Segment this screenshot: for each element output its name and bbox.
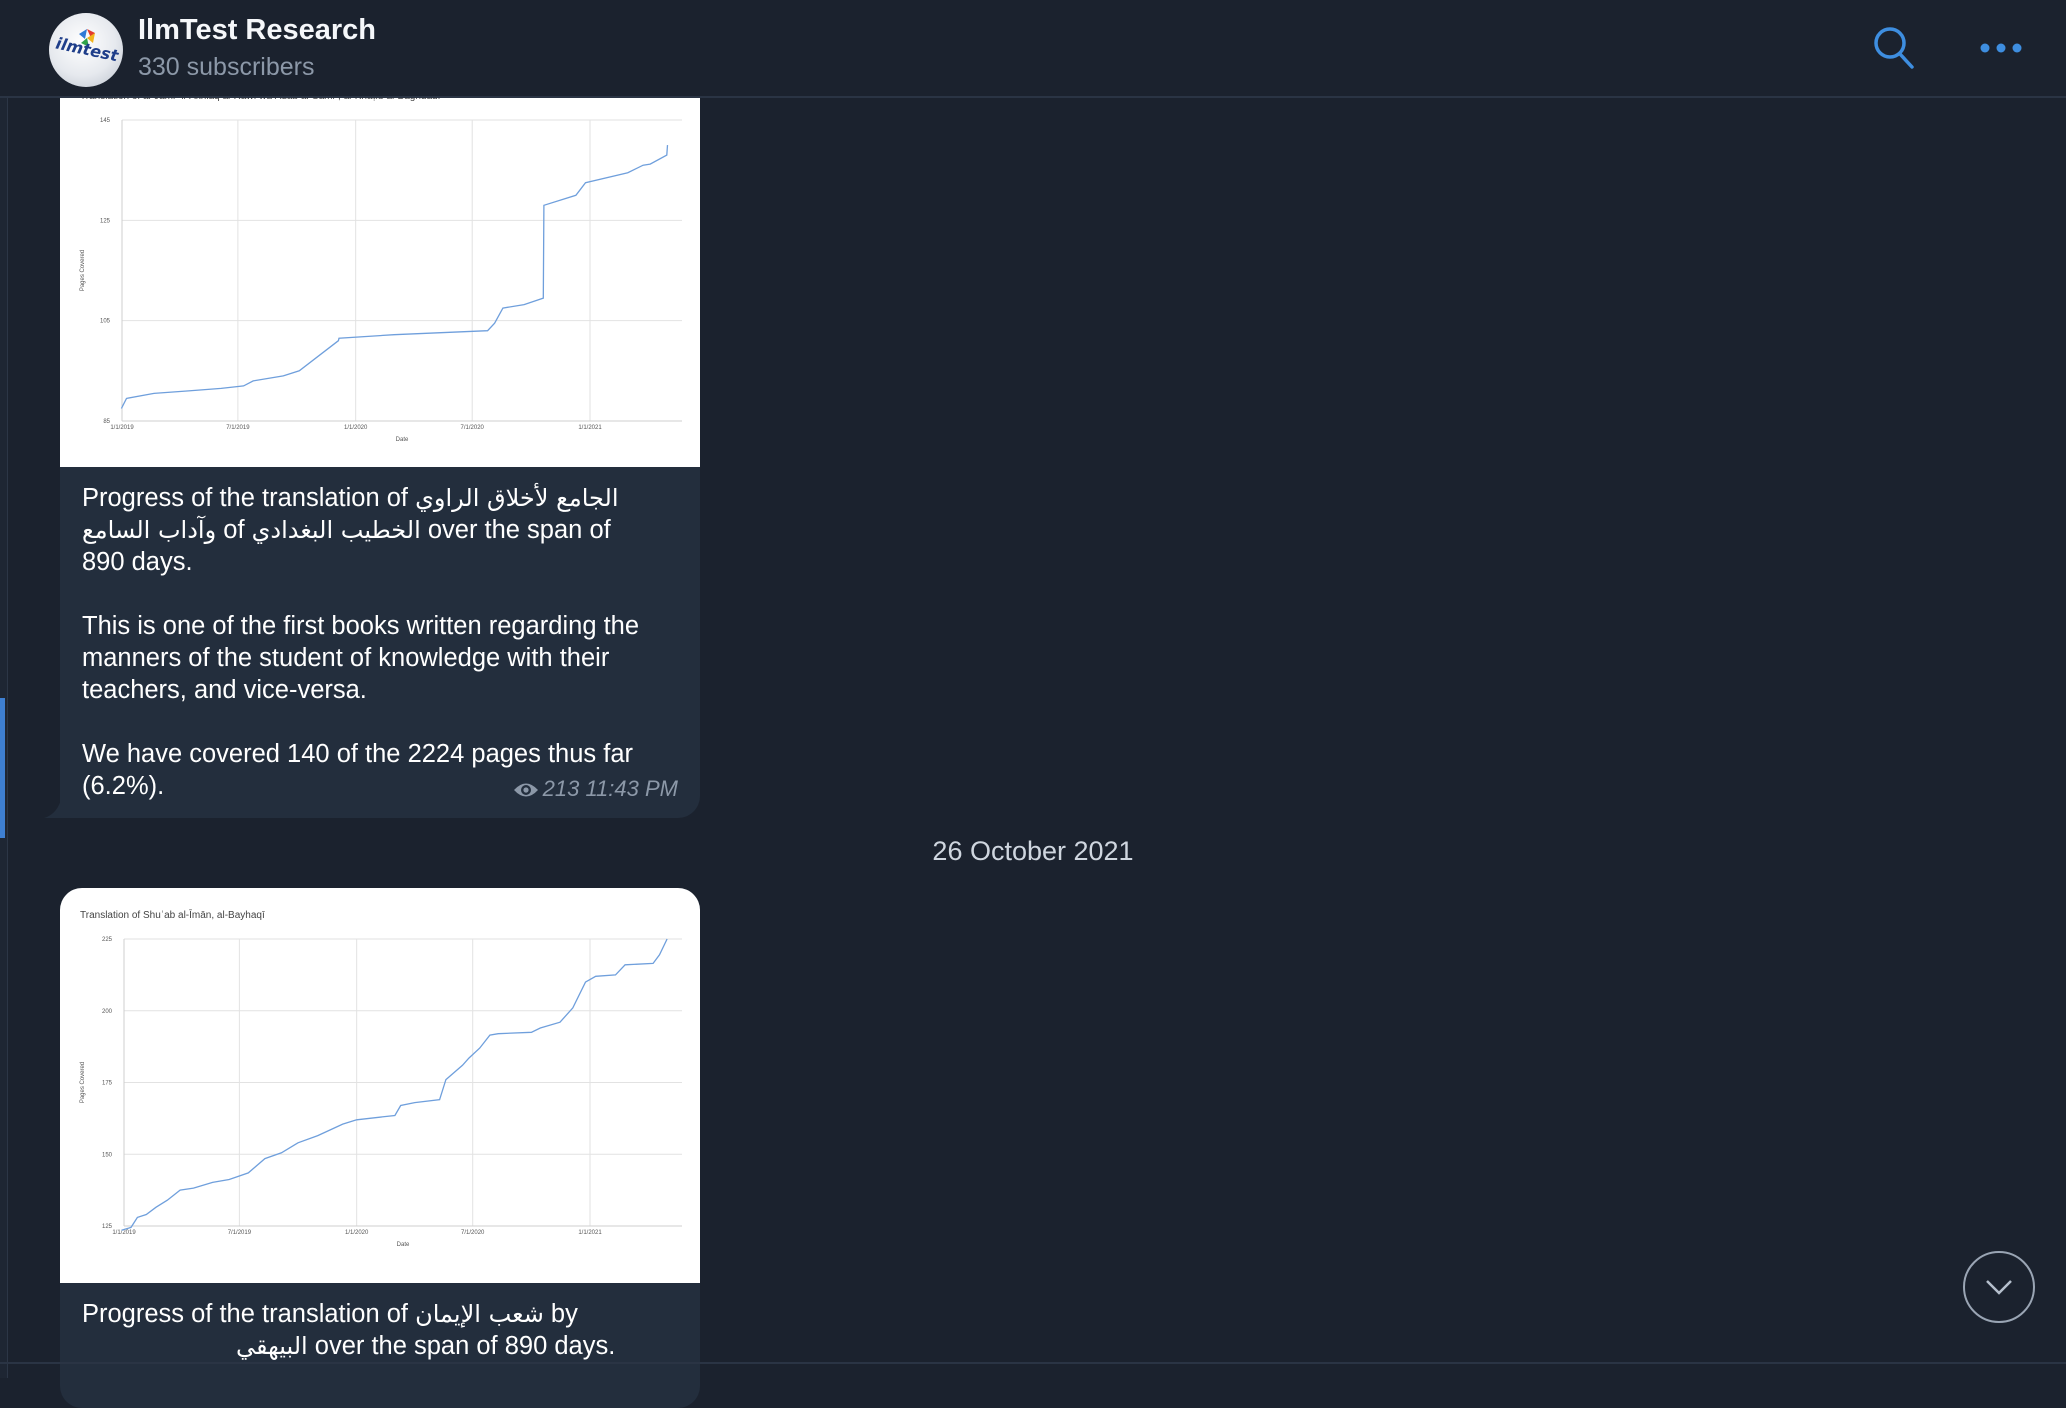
y-tick-label: 125 bbox=[102, 1224, 113, 1230]
y-tick-label: 200 bbox=[102, 1009, 113, 1015]
scroll-down-button[interactable] bbox=[1963, 1251, 2035, 1323]
caption-arabic: البيهقي bbox=[236, 1332, 308, 1360]
y-axis-label: Pages Covered bbox=[80, 250, 86, 291]
more-dots-icon bbox=[1980, 43, 2022, 53]
eye-icon bbox=[513, 783, 538, 797]
more-options-button[interactable] bbox=[1978, 30, 2024, 66]
message-time: 11:43 PM bbox=[585, 776, 678, 801]
y-tick-label: 145 bbox=[100, 118, 111, 124]
caption-paragraph: This is one of the first books written r… bbox=[82, 612, 640, 704]
caption-arabic: الخطيب البغدادي bbox=[251, 516, 421, 544]
avatar[interactable]: ilmtest bbox=[49, 13, 123, 87]
x-tick-label: 7/1/2019 bbox=[228, 1230, 252, 1236]
caption-text: 890 days. bbox=[82, 548, 193, 576]
selected-chat-indicator bbox=[0, 698, 5, 838]
subscriber-count: 330 subscribers bbox=[138, 53, 315, 81]
view-count: 213 bbox=[542, 776, 580, 801]
channel-title[interactable]: IlmTest Research bbox=[138, 14, 376, 47]
y-tick-label: 105 bbox=[100, 319, 111, 325]
caption-text: Progress of the translation of bbox=[82, 1300, 416, 1328]
caption-arabic: شعب الإيمان bbox=[415, 1300, 544, 1328]
caption-text: over the span of 890 days. bbox=[307, 1332, 616, 1360]
composer-divider bbox=[0, 1362, 2066, 1364]
x-tick-label: 1/1/2021 bbox=[578, 425, 602, 431]
caption-text: over the span of bbox=[420, 516, 611, 544]
x-axis-label: Date bbox=[396, 437, 409, 443]
search-button[interactable] bbox=[1872, 24, 1916, 72]
x-tick-label: 1/1/2019 bbox=[112, 1230, 136, 1236]
x-tick-label: 7/1/2020 bbox=[461, 1230, 485, 1236]
series-line bbox=[121, 938, 668, 1231]
message-meta: 213 11:43 PM bbox=[513, 776, 678, 802]
x-tick-label: 1/1/2020 bbox=[344, 425, 368, 431]
caption-arabic: وآداب السامع bbox=[82, 516, 217, 544]
search-icon bbox=[1874, 27, 1914, 69]
x-tick-label: 1/1/2019 bbox=[110, 425, 134, 431]
x-axis-label: Date bbox=[397, 1242, 410, 1248]
message-caption: Progress of the translation of الجامع لأ… bbox=[82, 482, 682, 802]
x-tick-label: 1/1/2020 bbox=[345, 1230, 369, 1236]
caption-arabic: الجامع لأخلاق الراوي bbox=[415, 484, 619, 512]
y-tick-label: 225 bbox=[102, 937, 113, 943]
message-bubble[interactable]: 125 150 175 200 225 1/1/2019 7/1/2019 1/1/2020 7… bbox=[60, 888, 700, 1408]
chart-svg: 851051251451/1/2019 7/1/2019 1/1/2020 7/1/2… bbox=[80, 90, 682, 443]
caption-text: Progress of the translation of bbox=[82, 484, 416, 512]
chart-svg: 125 150 175 200 225 1/1/2019 7/1/2019 1/1/2020 7… bbox=[80, 909, 682, 1248]
date-separator: 26 October 2021 bbox=[932, 836, 1134, 866]
chart-image[interactable]: 125 150 175 200 225 1/1/2019 7/1/2019 1/1/2020 7… bbox=[60, 888, 700, 1283]
y-tick-label: 175 bbox=[102, 1081, 113, 1087]
x-tick-label: 1/1/2021 bbox=[578, 1230, 602, 1236]
y-tick-label: 125 bbox=[100, 218, 111, 224]
message-caption: Progress of the translation of شعب الإيم… bbox=[82, 1298, 682, 1362]
x-tick-label: 7/1/2020 bbox=[461, 425, 485, 431]
caption-text: of bbox=[216, 516, 252, 544]
chat-list-edge bbox=[0, 0, 8, 1378]
x-tick-label: 7/1/2019 bbox=[226, 425, 250, 431]
chart-image[interactable]: 85 105 125 145 1/1/2019 7/1/2019 1/1/2020 7/1/2… bbox=[60, 60, 700, 467]
chart-title: Translation of Shuʿab al-Īmān, al-Bayhaq… bbox=[80, 909, 265, 921]
y-tick-label: 150 bbox=[102, 1152, 113, 1158]
chat-header: ilmtest IlmTest Research 330 subscribers bbox=[0, 0, 2066, 98]
chevron-down-icon bbox=[1986, 1280, 2012, 1295]
y-axis-label: Pages Covered bbox=[80, 1062, 86, 1103]
message-bubble[interactable]: 85 105 125 145 1/1/2019 7/1/2019 1/1/2020 7/1/2… bbox=[60, 60, 700, 818]
caption-text: by bbox=[543, 1300, 578, 1328]
series-line bbox=[120, 145, 669, 409]
